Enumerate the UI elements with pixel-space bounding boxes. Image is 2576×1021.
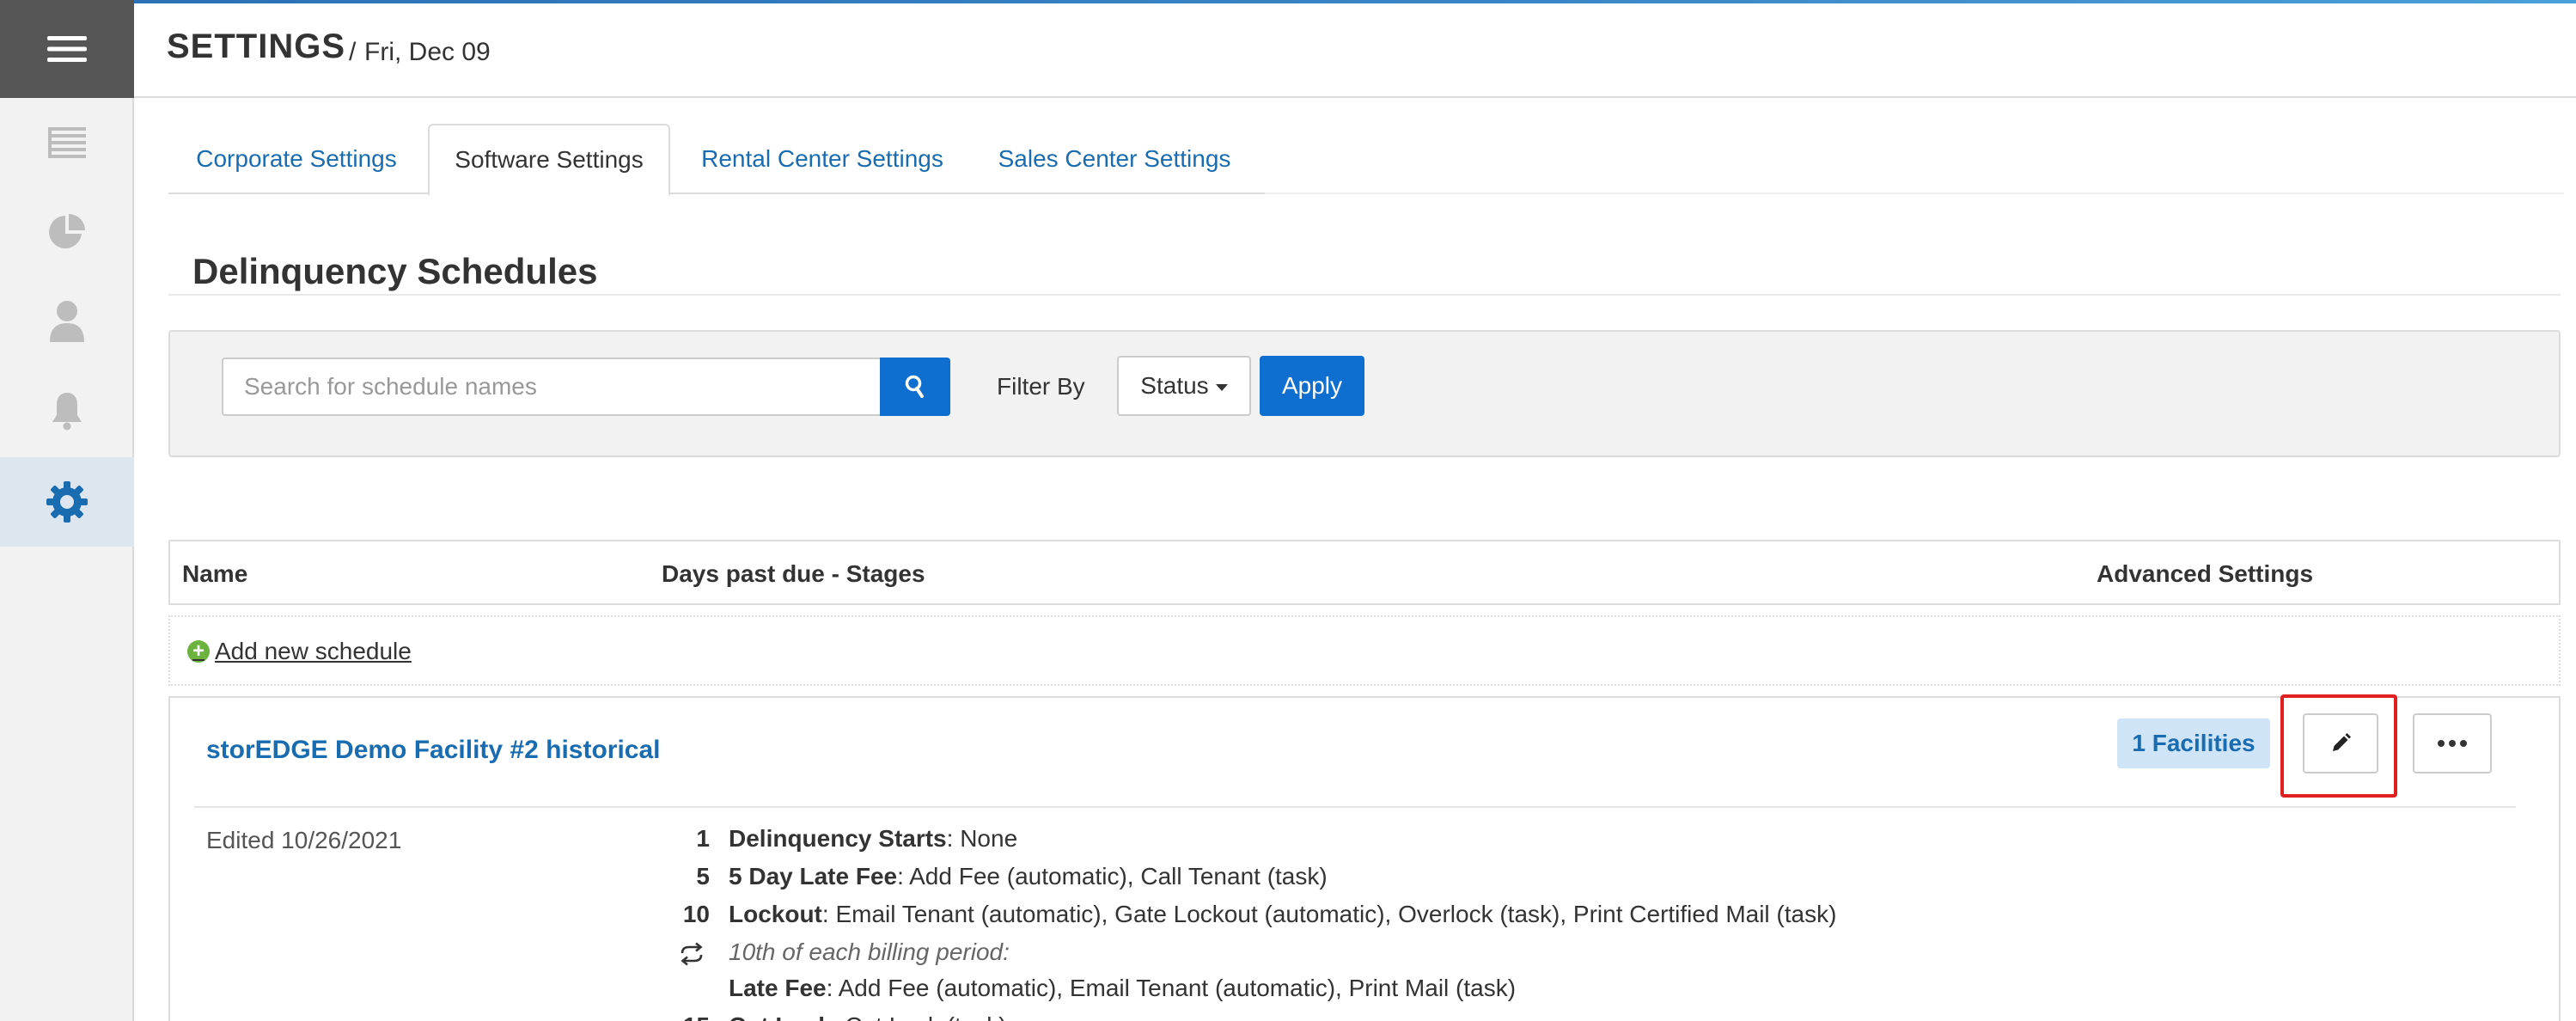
- header-date: Fri, Dec 09: [364, 38, 491, 66]
- schedule-name-link[interactable]: storEDGE Demo Facility #2 historical: [206, 736, 661, 765]
- tabs-divider: [1265, 193, 2564, 194]
- page-title: SETTINGS: [167, 28, 346, 65]
- tab-corporate-settings[interactable]: Corporate Settings: [168, 124, 424, 194]
- stage-title: 5 Day Late Fee: [729, 863, 898, 890]
- stage-title: Lockout: [729, 901, 822, 927]
- schedule-divider: [194, 806, 2516, 808]
- gear-icon: [46, 481, 88, 523]
- stage-title: Cut Lock: [729, 1012, 832, 1021]
- tab-software-settings[interactable]: Software Settings: [428, 124, 670, 196]
- add-new-schedule-link[interactable]: + Add new schedule: [187, 638, 412, 665]
- edit-schedule-button[interactable]: [2303, 713, 2378, 773]
- edited-date: Edited 10/26/2021: [206, 827, 402, 853]
- stage-detail: : Add Fee (automatic), Email Tenant (aut…: [826, 975, 1517, 1001]
- page-header: SETTINGS / Fri, Dec 09: [134, 3, 2576, 98]
- plus-circle-icon: +: [187, 640, 210, 663]
- table-header: Name Days past due - Stages Advanced Set…: [168, 540, 2561, 605]
- sidebar-item-settings[interactable]: [0, 457, 134, 547]
- sidebar-item-tenants[interactable]: [0, 277, 134, 366]
- section-divider: [168, 294, 2561, 296]
- more-options-button[interactable]: [2413, 713, 2492, 773]
- settings-tabs: Corporate Settings Software Settings Ren…: [168, 124, 1265, 196]
- status-filter-dropdown[interactable]: Status: [1117, 356, 1251, 416]
- search-icon: [905, 375, 924, 398]
- add-schedule-row: + Add new schedule: [168, 615, 2561, 686]
- pie-chart-icon: [49, 214, 85, 248]
- stage-detail: : Cut Lock (task): [832, 1012, 1007, 1021]
- apply-button[interactable]: Apply: [1260, 356, 1364, 416]
- stage-day: 10: [682, 901, 710, 927]
- sidebar-item-notifications[interactable]: [0, 366, 134, 455]
- hamburger-icon: [47, 36, 87, 62]
- filter-by-label: Filter By: [997, 373, 1085, 400]
- schedule-search-input[interactable]: [222, 358, 882, 416]
- bell-icon: [52, 393, 82, 431]
- repeat-icon: [681, 942, 703, 966]
- sidebar: [0, 0, 134, 1021]
- schedule-row: storEDGE Demo Facility #2 historical 1 F…: [168, 694, 2561, 1021]
- stage-day: 5: [696, 863, 710, 890]
- ellipsis-icon: [2438, 740, 2445, 747]
- stage-detail: : None: [946, 825, 1018, 852]
- stage-day: 15: [651, 1012, 710, 1021]
- title-separator: /: [349, 38, 357, 66]
- column-header-stages: Days past due - Stages: [662, 560, 925, 587]
- status-filter-label: Status: [1140, 372, 1209, 399]
- stage-day: 1: [696, 825, 710, 852]
- user-icon: [50, 301, 84, 342]
- column-header-advanced-settings: Advanced Settings: [2097, 560, 2314, 587]
- pencil-icon: [2333, 733, 2351, 751]
- caret-down-icon: [1215, 384, 1228, 391]
- stage-title: Delinquency Starts: [729, 825, 947, 852]
- search-button[interactable]: [880, 358, 950, 416]
- tab-rental-center-settings[interactable]: Rental Center Settings: [677, 124, 968, 194]
- column-header-name: Name: [182, 560, 248, 587]
- sidebar-item-list[interactable]: [0, 98, 134, 187]
- stage-title: Late Fee: [729, 975, 827, 1001]
- sidebar-item-reports[interactable]: [0, 187, 134, 277]
- tab-sales-center-settings[interactable]: Sales Center Settings: [969, 124, 1260, 194]
- stage-recurring-note: 10th of each billing period:: [729, 938, 1010, 965]
- hamburger-menu-button[interactable]: [0, 0, 134, 98]
- stage-detail: : Email Tenant (automatic), Gate Lockout…: [821, 901, 1837, 927]
- section-title: Delinquency Schedules: [192, 251, 598, 291]
- stage-detail: : Add Fee (automatic), Call Tenant (task…: [897, 863, 1328, 890]
- filter-panel: Filter By Status Apply: [168, 330, 2561, 457]
- list-icon: [48, 127, 86, 158]
- facilities-badge[interactable]: 1 Facilities: [2117, 718, 2270, 768]
- add-new-schedule-label: Add new schedule: [215, 638, 412, 664]
